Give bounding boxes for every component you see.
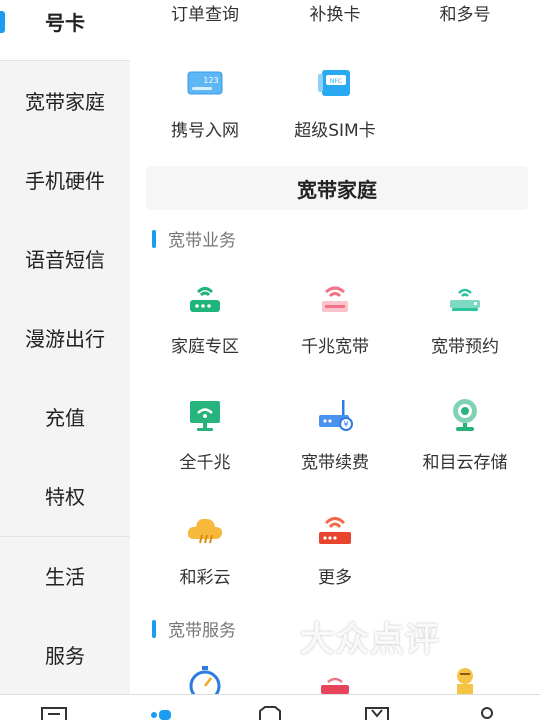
grid-item-label: 千兆宽带 bbox=[301, 337, 369, 357]
user-tab-icon[interactable] bbox=[474, 705, 500, 720]
order-query-link[interactable]: 订单查询 bbox=[140, 0, 270, 25]
sidebar-item-label: 特权 bbox=[45, 485, 85, 509]
grid-item-webcam-cloud-storage[interactable]: 和目云存储 bbox=[400, 394, 530, 473]
replace-card-link[interactable]: 补换卡 bbox=[270, 0, 400, 25]
grid-item-label: 携号入网 bbox=[171, 121, 239, 141]
sidebar-item-sim-card[interactable]: 号卡 bbox=[0, 0, 130, 61]
active-marker bbox=[0, 11, 5, 33]
repair-worker-icon bbox=[457, 668, 473, 694]
home-tab-icon[interactable] bbox=[41, 705, 67, 720]
grid-item-broadband-renew[interactable]: ¥ 宽带续费 bbox=[270, 394, 400, 473]
grid-item-gigabit-broadband[interactable]: 千兆宽带 bbox=[270, 278, 400, 357]
category-sidebar: 号卡 宽带家庭 手机硬件 语音短信 漫游出行 充值 特权 生活 服务 bbox=[0, 0, 130, 694]
sidebar-item-label: 手机硬件 bbox=[25, 169, 105, 193]
gigabit-router-icon bbox=[322, 286, 348, 312]
app-root: 号卡 宽带家庭 手机硬件 语音短信 漫游出行 充值 特权 生活 服务 订单查询 bbox=[0, 0, 540, 720]
grid-item-port-in[interactable]: 123 携号入网 bbox=[140, 62, 270, 141]
grid-item-super-sim[interactable]: NFC 超级SIM卡 bbox=[270, 62, 400, 141]
sidebar-item-label: 充值 bbox=[45, 406, 85, 430]
broadband-renew-icon: ¥ bbox=[319, 400, 353, 431]
sidebar-item-label: 漫游出行 bbox=[25, 327, 105, 351]
sidebar-item-service[interactable]: 服务 bbox=[0, 615, 130, 694]
grid-item-label: 宽带续费 bbox=[301, 453, 369, 473]
svg-text:¥: ¥ bbox=[343, 420, 348, 429]
sidebar-item-privilege[interactable]: 特权 bbox=[0, 456, 130, 535]
sim-123-icon: 123 bbox=[187, 71, 223, 95]
sidebar-item-life[interactable]: 生活 bbox=[0, 536, 130, 615]
sidebar-item-label: 语音短信 bbox=[25, 248, 105, 272]
nfc-sim-icon: NFC bbox=[318, 70, 350, 96]
sidebar-item-label: 号卡 bbox=[45, 11, 85, 35]
grid-item-label: 和彩云 bbox=[179, 568, 231, 588]
main-content: 订单查询 补换卡 和多号 123 携号入网 NFC 超级SIM卡 宽带家庭 宽带… bbox=[130, 0, 540, 694]
svg-text:NFC: NFC bbox=[330, 78, 342, 85]
grid-item-broadband-booking[interactable]: 宽带预约 bbox=[400, 278, 530, 357]
stopwatch-icon bbox=[189, 666, 221, 694]
grid-item-home-zone[interactable]: 家庭专区 bbox=[140, 278, 270, 357]
sidebar-item-voice-sms[interactable]: 语音短信 bbox=[0, 219, 130, 298]
section-title-broadband-home: 宽带家庭 bbox=[146, 166, 528, 210]
multi-number-link[interactable]: 和多号 bbox=[400, 0, 530, 25]
sidebar-item-roaming[interactable]: 漫游出行 bbox=[0, 298, 130, 377]
grid-item-more[interactable]: 更多 bbox=[270, 509, 400, 588]
bag-tab-icon[interactable] bbox=[364, 705, 390, 720]
sidebar-item-broadband-home[interactable]: 宽带家庭 bbox=[0, 61, 130, 140]
category-tab-icon[interactable] bbox=[148, 705, 174, 720]
cloud-icon bbox=[187, 518, 223, 544]
more-router-icon bbox=[319, 517, 351, 544]
grid-item-label: 家庭专区 bbox=[171, 337, 239, 357]
grid-item-full-gigabit[interactable]: 全千兆 bbox=[140, 394, 270, 473]
subsection-heading-broadband-service: 宽带服务 bbox=[152, 616, 236, 641]
shop-tab-icon[interactable] bbox=[257, 705, 283, 720]
router-booking-icon bbox=[450, 288, 480, 311]
subsection-heading-label: 宽带服务 bbox=[168, 621, 236, 641]
home-router-icon bbox=[190, 287, 220, 312]
grid-item-cloud[interactable]: 和彩云 bbox=[140, 509, 270, 588]
grid-item-label: 超级SIM卡 bbox=[294, 121, 376, 141]
sidebar-item-label: 宽带家庭 bbox=[25, 90, 105, 114]
grid-item-label: 全千兆 bbox=[179, 453, 231, 473]
router-icon bbox=[321, 677, 349, 694]
webcam-cloud-icon bbox=[453, 399, 477, 431]
grid-item-label: 宽带预约 bbox=[431, 337, 499, 357]
sidebar-item-phone-hardware[interactable]: 手机硬件 bbox=[0, 140, 130, 219]
subsection-heading-broadband-business: 宽带业务 bbox=[152, 226, 236, 251]
svg-text:123: 123 bbox=[203, 76, 218, 85]
heading-marker bbox=[152, 229, 156, 248]
bottom-nav bbox=[0, 694, 540, 720]
sidebar-item-label: 生活 bbox=[45, 565, 85, 589]
sidebar-item-recharge[interactable]: 充值 bbox=[0, 377, 130, 456]
subsection-heading-label: 宽带业务 bbox=[168, 231, 236, 251]
grid-item-label: 更多 bbox=[318, 568, 352, 588]
sidebar-item-label: 服务 bbox=[45, 644, 85, 668]
grid-item-label: 和目云存储 bbox=[422, 453, 508, 473]
heading-marker bbox=[152, 619, 156, 638]
full-gigabit-monitor-icon bbox=[190, 401, 220, 431]
